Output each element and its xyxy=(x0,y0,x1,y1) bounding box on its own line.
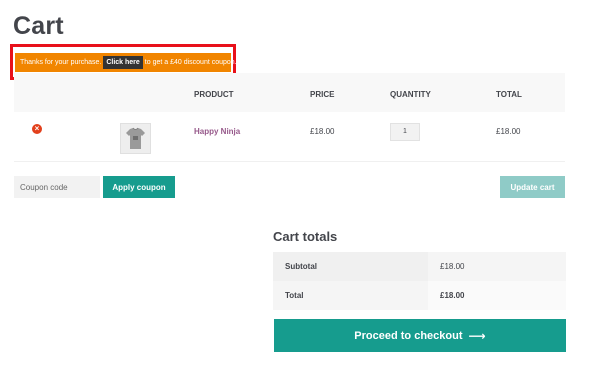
coupon-code-input[interactable]: Coupon code xyxy=(14,176,100,198)
total-value: £18.00 xyxy=(440,291,465,300)
quantity-input[interactable]: 1 xyxy=(390,123,420,141)
discount-notice: Thanks for your purchase. Click here to … xyxy=(15,53,237,72)
subtotal-value: £18.00 xyxy=(440,262,465,271)
header-total: TOTAL xyxy=(496,90,522,99)
cart-totals-title: Cart totals xyxy=(273,229,338,244)
product-price: £18.00 xyxy=(310,127,335,136)
cart-table: PRODUCT PRICE QUANTITY TOTAL × Happy Nin… xyxy=(14,73,565,162)
subtotal-row: Subtotal £18.00 xyxy=(273,252,566,281)
header-product: PRODUCT xyxy=(194,90,234,99)
header-quantity: QUANTITY xyxy=(390,90,431,99)
header-price: PRICE xyxy=(310,90,335,99)
arrow-right-icon: ⟶ xyxy=(468,328,486,343)
total-row: Total £18.00 xyxy=(273,281,566,310)
product-total: £18.00 xyxy=(496,127,521,136)
table-row: × Happy Ninja £18.00 1 £18.00 xyxy=(14,112,565,162)
notice-text-before: Thanks for your purchase. xyxy=(20,59,102,66)
subtotal-label: Subtotal xyxy=(285,262,317,271)
proceed-to-checkout-button[interactable]: Proceed to checkout ⟶ xyxy=(274,319,566,352)
apply-coupon-button[interactable]: Apply coupon xyxy=(103,176,175,198)
product-name-link[interactable]: Happy Ninja xyxy=(194,127,240,136)
click-here-button[interactable]: Click here xyxy=(103,56,143,69)
notice-text-after: to get a £40 discount coupon. xyxy=(144,59,237,66)
product-thumbnail[interactable] xyxy=(120,123,151,154)
cart-totals-table: Subtotal £18.00 Total £18.00 xyxy=(273,252,566,310)
remove-icon[interactable]: × xyxy=(32,124,42,134)
tshirt-icon xyxy=(126,127,145,149)
checkout-label: Proceed to checkout xyxy=(354,329,463,342)
page-title: Cart xyxy=(13,12,64,40)
update-cart-button[interactable]: Update cart xyxy=(500,176,565,198)
total-label: Total xyxy=(285,291,304,300)
cart-table-header: PRODUCT PRICE QUANTITY TOTAL xyxy=(14,73,565,112)
